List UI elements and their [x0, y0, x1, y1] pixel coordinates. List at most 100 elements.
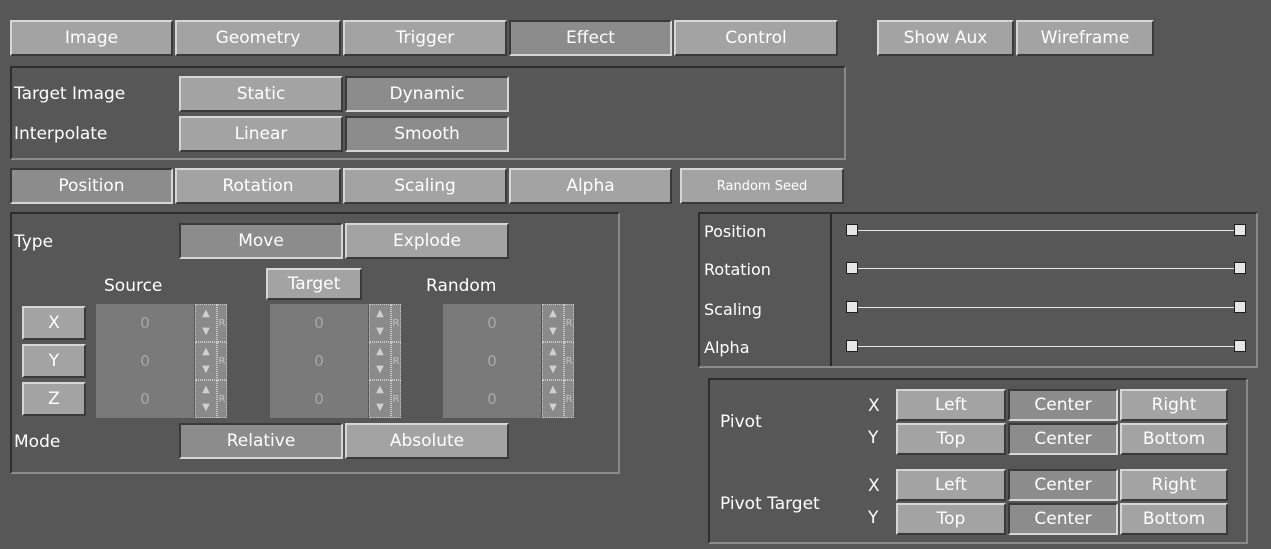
move-button[interactable]: Move — [179, 223, 343, 259]
axis-z-button[interactable]: Z — [22, 382, 86, 416]
position-slider[interactable] — [846, 224, 1246, 238]
subtab-scaling[interactable]: Scaling — [343, 168, 507, 204]
random-z-spinner[interactable]: ▲ ▼ R — [542, 380, 574, 418]
interpolate-label: Interpolate — [14, 124, 108, 144]
tab-control[interactable]: Control — [674, 20, 838, 56]
spin-down-icon[interactable]: ▼ — [549, 327, 557, 337]
source-y-spinner[interactable]: ▲ ▼ R — [195, 342, 227, 380]
target-y-field[interactable]: 0 — [270, 342, 368, 380]
spin-up-icon[interactable]: ▲ — [376, 385, 384, 395]
source-column-label: Source — [104, 276, 163, 296]
reset-r-icon[interactable]: R — [217, 304, 227, 342]
reset-r-icon[interactable]: R — [564, 380, 574, 418]
pivot-y-top-button[interactable]: Top — [896, 423, 1006, 455]
target-x-field[interactable]: 0 — [270, 304, 368, 342]
pivot-target-x-left-button[interactable]: Left — [896, 469, 1006, 501]
pivot-target-y-bottom-button[interactable]: Bottom — [1120, 503, 1228, 535]
random-y-field[interactable]: 0 — [443, 342, 541, 380]
random-column-label: Random — [426, 276, 497, 296]
source-z-field[interactable]: 0 — [96, 380, 194, 418]
subtab-position[interactable]: Position — [10, 168, 173, 204]
explode-button[interactable]: Explode — [345, 223, 509, 259]
target-x-spinner[interactable]: ▲ ▼ R — [369, 304, 401, 342]
spin-down-icon[interactable]: ▼ — [549, 365, 557, 375]
spin-up-icon[interactable]: ▲ — [202, 309, 210, 319]
slider-start-handle[interactable] — [846, 340, 858, 352]
spin-down-icon[interactable]: ▼ — [202, 365, 210, 375]
slider-end-handle[interactable] — [1234, 340, 1246, 352]
pivot-x-label: X — [868, 396, 880, 416]
linear-button[interactable]: Linear — [179, 116, 343, 152]
tab-image[interactable]: Image — [10, 20, 173, 56]
slider-end-handle[interactable] — [1234, 262, 1246, 274]
spin-down-icon[interactable]: ▼ — [202, 327, 210, 337]
target-z-spinner[interactable]: ▲ ▼ R — [369, 380, 401, 418]
slider-start-handle[interactable] — [846, 224, 858, 236]
tab-trigger[interactable]: Trigger — [343, 20, 507, 56]
spin-up-icon[interactable]: ▲ — [202, 385, 210, 395]
source-y-field[interactable]: 0 — [96, 342, 194, 380]
target-y-spinner[interactable]: ▲ ▼ R — [369, 342, 401, 380]
reset-r-icon[interactable]: R — [564, 304, 574, 342]
smooth-button[interactable]: Smooth — [345, 116, 509, 152]
slider-start-handle[interactable] — [846, 262, 858, 274]
spin-up-icon[interactable]: ▲ — [549, 309, 557, 319]
reset-r-icon[interactable]: R — [564, 342, 574, 380]
pivot-target-label: Pivot Target — [720, 494, 820, 514]
random-x-spinner[interactable]: ▲ ▼ R — [542, 304, 574, 342]
pivot-x-center-button[interactable]: Center — [1008, 389, 1118, 421]
random-y-spinner[interactable]: ▲ ▼ R — [542, 342, 574, 380]
static-button[interactable]: Static — [179, 76, 343, 112]
source-x-spinner[interactable]: ▲ ▼ R — [195, 304, 227, 342]
axis-y-button[interactable]: Y — [22, 344, 86, 378]
slider-start-handle[interactable] — [846, 301, 858, 313]
spin-up-icon[interactable]: ▲ — [202, 347, 210, 357]
random-seed-button[interactable]: Random Seed — [680, 168, 844, 204]
rotation-slider[interactable] — [846, 262, 1246, 276]
pivot-target-x-center-button[interactable]: Center — [1008, 469, 1118, 501]
reset-r-icon[interactable]: R — [391, 380, 401, 418]
pivot-x-right-button[interactable]: Right — [1120, 389, 1228, 421]
tab-geometry[interactable]: Geometry — [175, 20, 341, 56]
pivot-target-x-right-button[interactable]: Right — [1120, 469, 1228, 501]
dynamic-button[interactable]: Dynamic — [345, 76, 509, 112]
spin-up-icon[interactable]: ▲ — [549, 347, 557, 357]
slider-label-position: Position — [704, 222, 767, 241]
target-z-field[interactable]: 0 — [270, 380, 368, 418]
spin-up-icon[interactable]: ▲ — [376, 309, 384, 319]
slider-end-handle[interactable] — [1234, 301, 1246, 313]
pivot-x-left-button[interactable]: Left — [896, 389, 1006, 421]
spin-down-icon[interactable]: ▼ — [202, 403, 210, 413]
pivot-target-y-center-button[interactable]: Center — [1008, 503, 1118, 535]
spin-down-icon[interactable]: ▼ — [376, 403, 384, 413]
spin-up-icon[interactable]: ▲ — [376, 347, 384, 357]
slider-end-handle[interactable] — [1234, 224, 1246, 236]
spin-down-icon[interactable]: ▼ — [376, 327, 384, 337]
reset-r-icon[interactable]: R — [391, 304, 401, 342]
source-z-spinner[interactable]: ▲ ▼ R — [195, 380, 227, 418]
target-column-button[interactable]: Target — [266, 268, 362, 300]
spin-down-icon[interactable]: ▼ — [376, 365, 384, 375]
reset-r-icon[interactable]: R — [217, 380, 227, 418]
show-aux-button[interactable]: Show Aux — [877, 20, 1014, 56]
reset-r-icon[interactable]: R — [391, 342, 401, 380]
random-z-field[interactable]: 0 — [443, 380, 541, 418]
pivot-target-y-top-button[interactable]: Top — [896, 503, 1006, 535]
random-x-field[interactable]: 0 — [443, 304, 541, 342]
spin-down-icon[interactable]: ▼ — [549, 403, 557, 413]
source-x-field[interactable]: 0 — [96, 304, 194, 342]
wireframe-button[interactable]: Wireframe — [1016, 20, 1154, 56]
spin-up-icon[interactable]: ▲ — [549, 385, 557, 395]
subtab-alpha[interactable]: Alpha — [509, 168, 672, 204]
relative-button[interactable]: Relative — [179, 423, 343, 459]
pivot-y-center-button[interactable]: Center — [1008, 423, 1118, 455]
pivot-y-bottom-button[interactable]: Bottom — [1120, 423, 1228, 455]
pivot-target-y-label: Y — [868, 508, 879, 528]
axis-x-button[interactable]: X — [22, 306, 86, 340]
alpha-slider[interactable] — [846, 340, 1246, 354]
tab-effect[interactable]: Effect — [509, 20, 672, 56]
reset-r-icon[interactable]: R — [217, 342, 227, 380]
scaling-slider[interactable] — [846, 301, 1246, 315]
absolute-button[interactable]: Absolute — [345, 423, 509, 459]
subtab-rotation[interactable]: Rotation — [175, 168, 341, 204]
